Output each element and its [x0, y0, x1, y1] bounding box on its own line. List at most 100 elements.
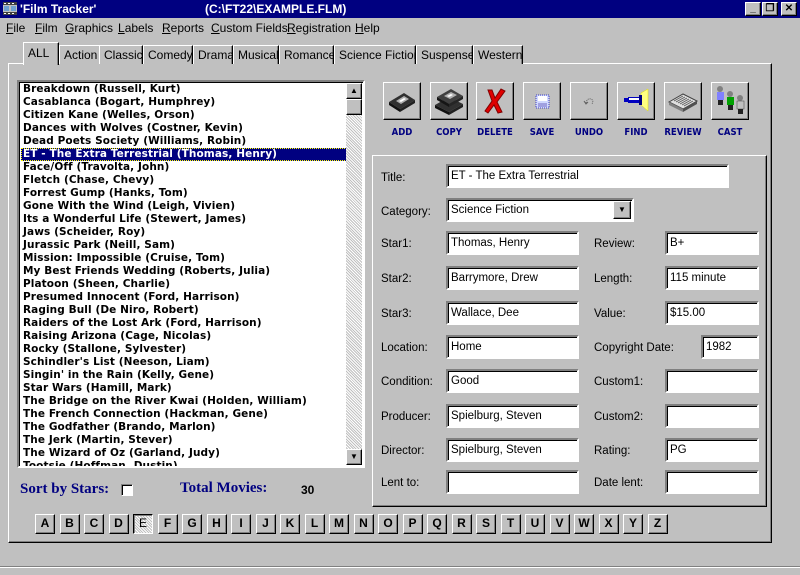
list-item[interactable]: Its a Wonderful Life (Stewert, James) [21, 213, 349, 226]
date-lent-field[interactable] [665, 470, 759, 494]
director-field[interactable]: Spielburg, Steven [446, 438, 579, 462]
list-item[interactable]: Fletch (Chase, Chevy) [21, 174, 349, 187]
list-item[interactable]: Jurassic Park (Neill, Sam) [21, 239, 349, 252]
menu-custom-fields[interactable]: Custom Fields [211, 21, 288, 35]
list-item[interactable]: Casablanca (Bogart, Humphrey) [21, 96, 349, 109]
list-item[interactable]: Raging Bull (De Niro, Robert) [21, 304, 349, 317]
letter-button-r[interactable]: R [451, 514, 472, 534]
letter-button-e[interactable]: E [133, 514, 153, 534]
tab-suspense[interactable]: Suspense [416, 45, 474, 64]
list-item[interactable]: Raising Arizona (Cage, Nicolas) [21, 330, 349, 343]
save-button[interactable]: SAVE [523, 82, 563, 140]
list-item[interactable]: Forrest Gump (Hanks, Tom) [21, 187, 349, 200]
find-tool-button[interactable] [617, 82, 655, 120]
delete-tool-button[interactable] [476, 82, 514, 120]
list-item[interactable]: Singin' in the Rain (Kelly, Gene) [21, 369, 349, 382]
list-item[interactable]: Star Wars (Hamill, Mark) [21, 382, 349, 395]
letter-button-w[interactable]: W [574, 514, 594, 534]
tab-comedy[interactable]: Comedy [143, 45, 193, 64]
tab-western[interactable]: Western [473, 45, 523, 64]
tab-science-fiction[interactable]: Science Fiction [334, 45, 420, 64]
location-field[interactable]: Home [446, 335, 579, 359]
list-item[interactable]: Platoon (Sheen, Charlie) [21, 278, 349, 291]
category-select[interactable]: Science Fiction ▼ [446, 198, 634, 222]
restore-button[interactable]: ❐ [762, 2, 778, 16]
close-button[interactable]: ✕ [781, 2, 797, 16]
list-item-selected[interactable]: ET - The Extra Terrestrial (Thomas, Henr… [21, 148, 349, 161]
menu-film[interactable]: Film [35, 21, 58, 35]
list-item[interactable]: Presumed Innocent (Ford, Harrison) [21, 291, 349, 304]
star2-field[interactable]: Barrymore, Drew [446, 266, 579, 290]
sort-by-stars-checkbox[interactable] [121, 484, 133, 496]
copy-button[interactable]: COPY [430, 82, 470, 140]
letter-button-d[interactable]: D [108, 514, 129, 534]
lent-to-field[interactable] [446, 470, 579, 494]
list-item[interactable]: The Wizard of Oz (Garland, Judy) [21, 447, 349, 460]
list-scrollbar[interactable]: ▲ ▼ [346, 83, 362, 465]
save-tool-button[interactable] [523, 82, 561, 120]
letter-button-s[interactable]: S [476, 514, 496, 534]
letter-button-k[interactable]: K [280, 514, 300, 534]
letter-button-c[interactable]: C [84, 514, 104, 534]
star3-field[interactable]: Wallace, Dee [446, 301, 579, 325]
list-item[interactable]: Schindler's List (Neeson, Liam) [21, 356, 349, 369]
undo-tool-button[interactable] [570, 82, 608, 120]
add-button[interactable]: ADD [383, 82, 423, 140]
list-item[interactable]: Mission: Impossible (Cruise, Tom) [21, 252, 349, 265]
letter-button-p[interactable]: P [402, 514, 423, 534]
list-item[interactable]: Gone With the Wind (Leigh, Vivien) [21, 200, 349, 213]
add-tool-button[interactable] [383, 82, 421, 120]
list-item[interactable]: Citizen Kane (Welles, Orson) [21, 109, 349, 122]
condition-field[interactable]: Good [446, 369, 579, 393]
list-item[interactable]: The Bridge on the River Kwai (Holden, Wi… [21, 395, 349, 408]
letter-button-n[interactable]: N [353, 514, 374, 534]
delete-button[interactable]: DELETE [476, 82, 516, 140]
minimize-button[interactable]: _ [745, 2, 761, 16]
custom2-field[interactable] [665, 404, 759, 428]
letter-button-g[interactable]: G [182, 514, 202, 534]
list-item[interactable]: The Godfather (Brando, Marlon) [21, 421, 349, 434]
letter-button-b[interactable]: B [59, 514, 80, 534]
letter-button-h[interactable]: H [206, 514, 227, 534]
category-dropdown-button[interactable]: ▼ [613, 201, 631, 219]
letter-button-j[interactable]: J [255, 514, 276, 534]
list-item[interactable]: The French Connection (Hackman, Gene) [21, 408, 349, 421]
letter-button-f[interactable]: F [157, 514, 178, 534]
review-tool-button[interactable] [664, 82, 702, 120]
list-item[interactable]: Raiders of the Lost Ark (Ford, Harrison) [21, 317, 349, 330]
scroll-up-button[interactable]: ▲ [346, 83, 362, 99]
review-field[interactable]: B+ [665, 231, 759, 255]
letter-button-a[interactable]: A [35, 514, 55, 534]
copy-tool-button[interactable] [430, 82, 468, 120]
menu-help[interactable]: Help [355, 21, 380, 35]
list-item[interactable]: Jaws (Scheider, Roy) [21, 226, 349, 239]
length-field[interactable]: 115 minute [665, 266, 759, 290]
rating-field[interactable]: PG [665, 438, 759, 462]
cast-tool-button[interactable] [711, 82, 749, 120]
letter-button-q[interactable]: Q [427, 514, 447, 534]
letter-button-u[interactable]: U [525, 514, 545, 534]
menu-graphics[interactable]: Graphics [65, 21, 113, 35]
find-button[interactable]: FIND [617, 82, 657, 140]
letter-button-z[interactable]: Z [647, 514, 668, 534]
cast-button[interactable]: CAST [711, 82, 751, 140]
menu-reports[interactable]: Reports [162, 21, 204, 35]
scroll-thumb[interactable] [346, 99, 362, 115]
list-item[interactable]: My Best Friends Wedding (Roberts, Julia) [21, 265, 349, 278]
letter-button-t[interactable]: T [500, 514, 521, 534]
value-field[interactable]: $15.00 [665, 301, 759, 325]
menu-labels[interactable]: Labels [118, 21, 153, 35]
custom1-field[interactable] [665, 369, 759, 393]
list-item[interactable]: Dances with Wolves (Costner, Kevin) [21, 122, 349, 135]
title-field[interactable]: ET - The Extra Terrestrial [446, 164, 729, 188]
copyright-date-field[interactable]: 1982 [701, 335, 759, 359]
producer-field[interactable]: Spielburg, Steven [446, 404, 579, 428]
menu-registration[interactable]: Registration [287, 21, 351, 35]
review-button[interactable]: REVIEW [664, 82, 704, 140]
letter-button-x[interactable]: X [598, 514, 619, 534]
tab-drama[interactable]: Drama [193, 45, 234, 64]
list-item[interactable]: The Jerk (Martin, Stever) [21, 434, 349, 447]
list-item[interactable]: Face/Off (Travolta, John) [21, 161, 349, 174]
list-item[interactable]: Dead Poets Society (Williams, Robin) [21, 135, 349, 148]
letter-button-y[interactable]: Y [623, 514, 643, 534]
